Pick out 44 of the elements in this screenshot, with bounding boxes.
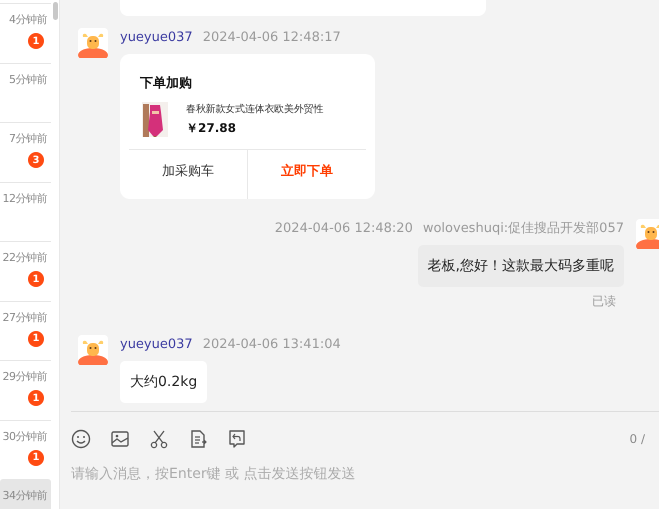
conversation-item[interactable]: 22分钟前 1 (0, 241, 51, 300)
product-price: ￥27.88 (186, 120, 237, 137)
timestamp: 2024-04-06 12:48:20 (274, 220, 413, 236)
message-input[interactable]: 请输入消息，按Enter键 或 点击发送按钮发送 (71, 464, 631, 484)
card-action-button[interactable]: 加采购车 (129, 150, 248, 199)
time-label: 34分钟前 (2, 488, 47, 503)
time-label: 7分钟前 (9, 131, 47, 146)
time-label: 30分钟前 (2, 428, 47, 444)
message-bubble: 大约0.2kg (120, 361, 208, 403)
message-bubble: 老板,您好！这款最大码多重呢 (418, 245, 624, 287)
conversation-item[interactable]: 4分钟前 1 (0, 3, 51, 62)
sender-name: yueyue037 (120, 30, 193, 44)
unread-badge: 1 (28, 390, 44, 406)
conversation-item[interactable]: 34分钟前 (0, 479, 51, 509)
unread-badge: 1 (28, 330, 44, 346)
unread-badge: 1 (28, 33, 44, 49)
character-counter: 0 / (630, 432, 645, 446)
card-action-button[interactable]: 立即下单 (248, 150, 366, 199)
conversation-item[interactable]: 27分钟前 1 (0, 300, 51, 360)
image-icon[interactable] (110, 429, 130, 449)
sender-name: woloveshuqi:促佳搜品开发部057 (422, 220, 624, 237)
scrollbar-thumb[interactable] (53, 2, 58, 20)
scissors-icon[interactable] (149, 429, 169, 449)
time-label: 4分钟前 (9, 12, 47, 27)
conversation-item[interactable]: 5分钟前 (0, 62, 51, 122)
conversation-item[interactable]: 7分钟前 3 (0, 122, 51, 182)
card-title: 下单加购 (139, 75, 193, 92)
time-label: 29分钟前 (2, 369, 47, 384)
time-label: 12分钟前 (2, 190, 47, 206)
time-label: 5分钟前 (9, 72, 47, 86)
read-status: 已读 (592, 293, 616, 310)
unread-badge: 1 (28, 450, 44, 466)
time-label: 27分钟前 (2, 310, 47, 324)
timestamp: 2024-04-06 12:48:17 (202, 30, 341, 44)
unread-badge: 1 (28, 271, 44, 287)
emoji-icon[interactable] (71, 429, 91, 449)
product-name: 春秋新款女式连体衣欧美外贸性 (186, 102, 324, 116)
unread-badge: 3 (28, 152, 44, 168)
reply-icon[interactable] (227, 429, 247, 449)
sender-name: yueyue037 (120, 336, 193, 352)
conversation-item[interactable]: 12分钟前 (0, 182, 51, 241)
timestamp: 2024-04-06 13:41:04 (202, 336, 341, 352)
conversation-item[interactable]: 29分钟前 1 (0, 360, 51, 420)
time-label: 22分钟前 (2, 250, 47, 265)
